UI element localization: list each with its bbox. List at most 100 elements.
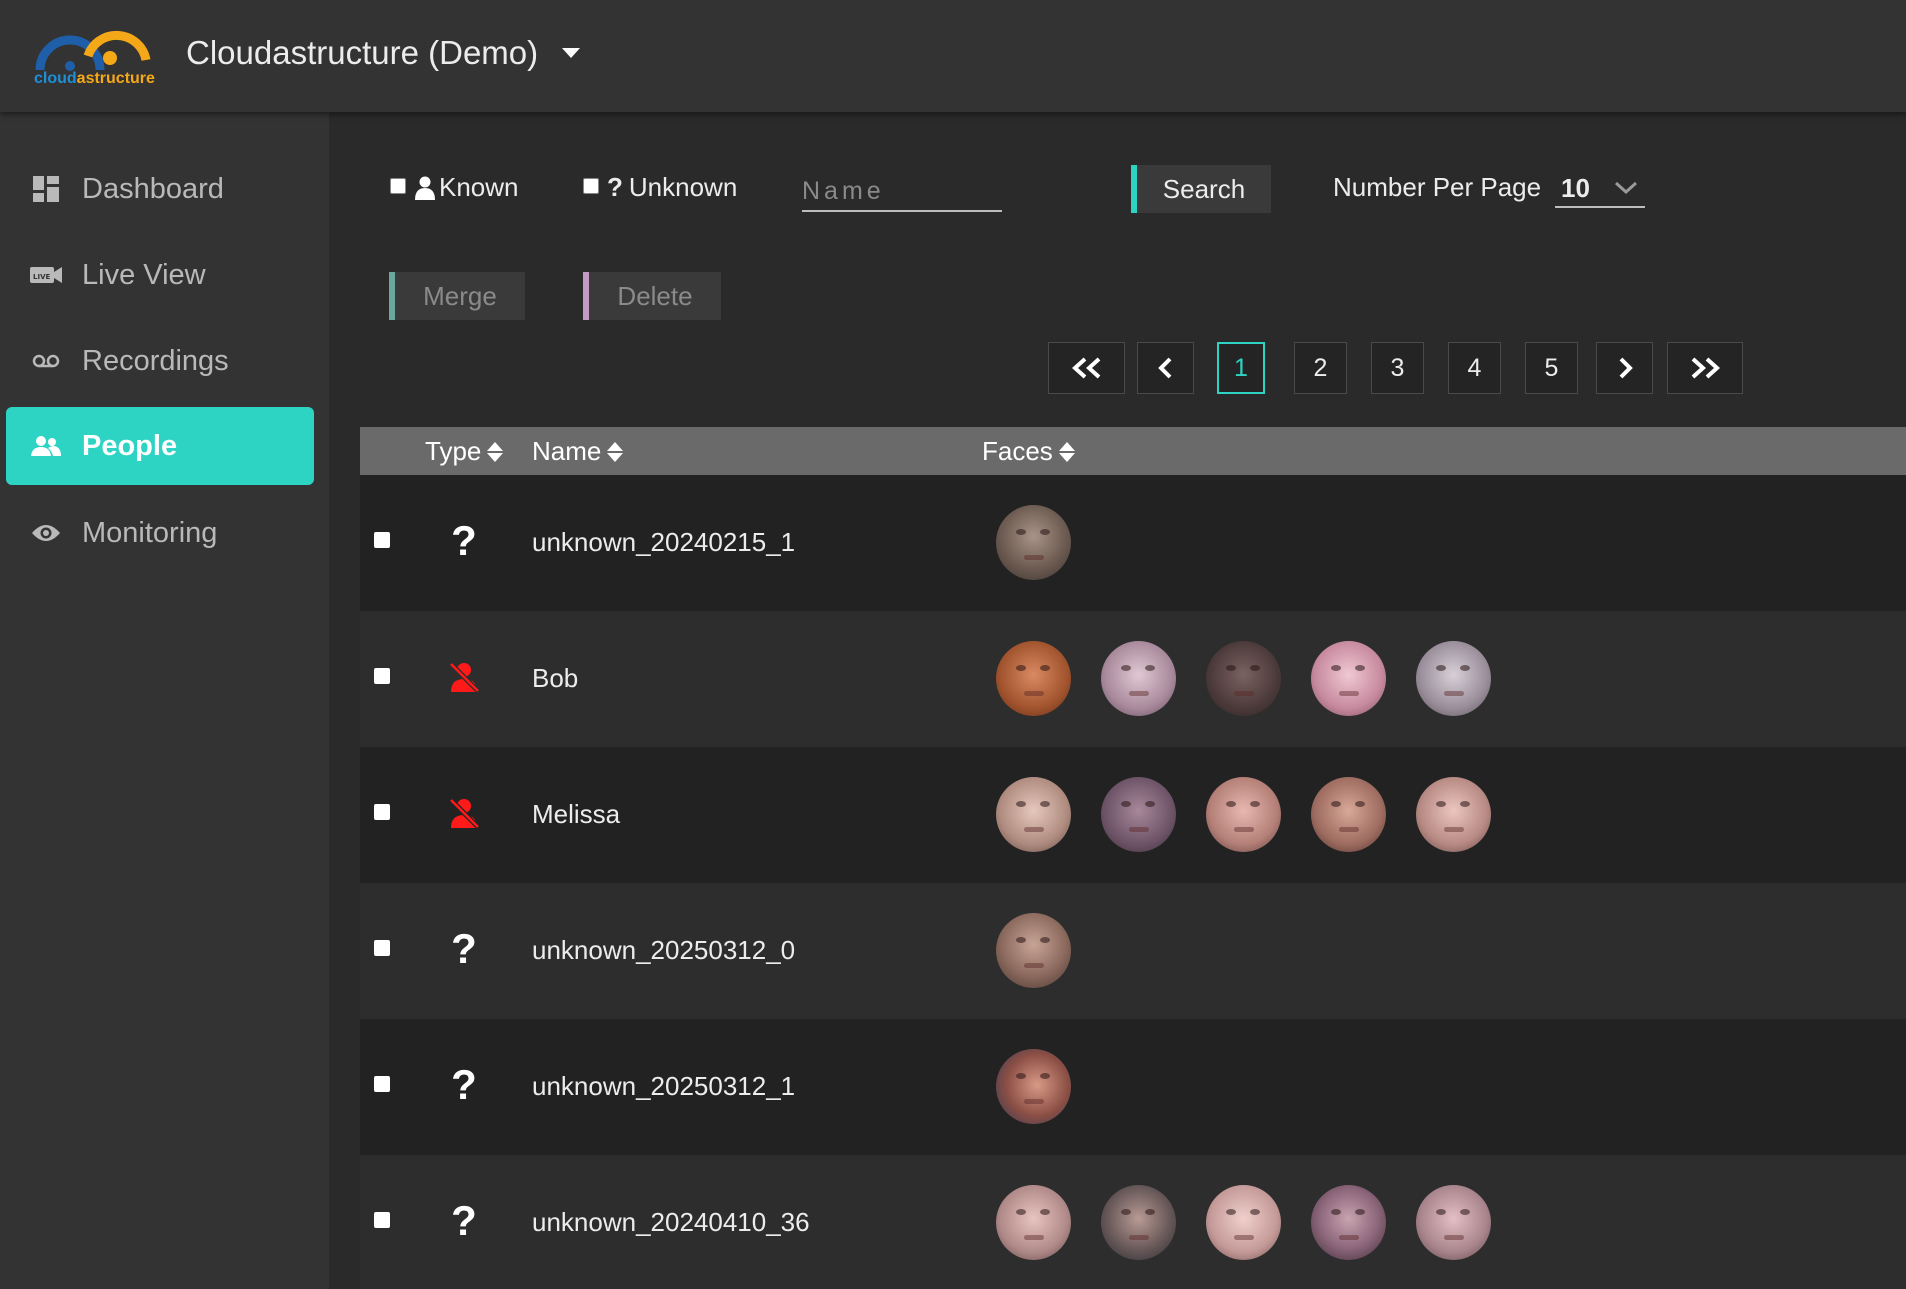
face-thumbnails xyxy=(996,777,1491,852)
table-row[interactable]: ? unknown_20250312_0 xyxy=(360,883,1906,1019)
logo-text: cloudastructure xyxy=(34,70,155,87)
unknown-type-icon: ? xyxy=(451,925,477,972)
unknown-type-icon: ? xyxy=(451,517,477,564)
next-page-button[interactable] xyxy=(1596,342,1653,394)
face-thumbnails xyxy=(996,913,1071,988)
person-name[interactable]: unknown_20250312_0 xyxy=(532,935,795,966)
known-filter-label[interactable]: Known xyxy=(415,172,519,203)
number-per-page-label: Number Per Page xyxy=(1333,172,1542,202)
unknown-type-icon: ? xyxy=(451,1197,477,1244)
face-thumbnail[interactable] xyxy=(1311,641,1386,716)
person-name[interactable]: unknown_20240410_36 xyxy=(532,1207,810,1238)
face-thumbnail[interactable] xyxy=(996,505,1071,580)
table-row[interactable]: ? unknown_20240410_36 xyxy=(360,1155,1906,1289)
sidebar-item-label: People xyxy=(82,429,178,462)
face-thumbnails xyxy=(996,1049,1071,1124)
person-name[interactable]: unknown_20240215_1 xyxy=(532,527,795,558)
face-thumbnail[interactable] xyxy=(996,913,1071,988)
sidebar: Dashboard LIVE Live View Recordings Peop… xyxy=(0,112,329,1289)
eye-icon xyxy=(28,515,64,551)
unknown-filter-label[interactable]: ? Unknown xyxy=(607,172,737,203)
face-thumbnail[interactable] xyxy=(996,1049,1071,1124)
sidebar-item-monitoring[interactable]: Monitoring xyxy=(6,494,314,572)
person-name[interactable]: unknown_20250312_1 xyxy=(532,1071,795,1102)
sidebar-item-label: Live View xyxy=(82,258,206,291)
unknown-type-icon: ? xyxy=(451,1061,477,1108)
face-thumbnail[interactable] xyxy=(1416,1185,1491,1260)
people-icon xyxy=(28,428,64,464)
page-5-button[interactable]: 5 xyxy=(1525,342,1578,394)
face-thumbnail[interactable] xyxy=(1416,641,1491,716)
face-thumbnail[interactable] xyxy=(996,1185,1071,1260)
table-row[interactable]: Bob xyxy=(360,611,1906,747)
double-chevron-left-icon xyxy=(1071,357,1100,379)
row-select-checkbox[interactable] xyxy=(374,668,390,684)
table-row[interactable]: Melissa xyxy=(360,747,1906,883)
sidebar-item-recordings[interactable]: Recordings xyxy=(6,322,314,400)
top-bar: cloudastructure Cloudastructure (Demo) xyxy=(0,0,1906,112)
sidebar-item-people[interactable]: People xyxy=(6,407,314,485)
face-thumbnail[interactable] xyxy=(1101,1185,1176,1260)
cloudastructure-logo[interactable]: cloudastructure xyxy=(34,20,164,92)
first-page-button[interactable] xyxy=(1048,342,1125,394)
face-thumbnail[interactable] xyxy=(1311,777,1386,852)
face-thumbnail[interactable] xyxy=(1101,641,1176,716)
people-main-panel: Known ? Unknown Search Number Per Page 1… xyxy=(329,112,1906,1289)
face-thumbnails xyxy=(996,641,1491,716)
table-row[interactable]: ? unknown_20240215_1 xyxy=(360,475,1906,611)
face-thumbnail[interactable] xyxy=(1206,777,1281,852)
type-column-header[interactable]: Type xyxy=(425,436,504,467)
face-thumbnail[interactable] xyxy=(1416,777,1491,852)
page-1-button[interactable]: 1 xyxy=(1217,342,1265,394)
merge-button[interactable]: Merge xyxy=(389,272,525,320)
name-column-header[interactable]: Name xyxy=(532,436,624,467)
organization-title[interactable]: Cloudastructure (Demo) xyxy=(186,34,538,72)
faces-column-header[interactable]: Faces xyxy=(982,436,1075,467)
known-filter-checkbox[interactable] xyxy=(390,178,406,194)
sort-icon xyxy=(487,441,504,462)
search-button[interactable]: Search xyxy=(1131,165,1271,213)
face-thumbnails xyxy=(996,1185,1491,1260)
name-search-input[interactable] xyxy=(802,172,1002,212)
known-person-icon xyxy=(444,791,484,835)
caret-down-icon[interactable] xyxy=(562,48,580,58)
chevron-down-icon xyxy=(1614,181,1638,195)
face-thumbnail[interactable] xyxy=(996,641,1071,716)
sidebar-item-dashboard[interactable]: Dashboard xyxy=(6,150,314,228)
face-thumbnail[interactable] xyxy=(1311,1185,1386,1260)
row-select-checkbox[interactable] xyxy=(374,532,390,548)
page-3-button[interactable]: 3 xyxy=(1371,342,1424,394)
previous-page-button[interactable] xyxy=(1137,342,1194,394)
person-name[interactable]: Melissa xyxy=(532,799,620,830)
face-thumbnail[interactable] xyxy=(1206,641,1281,716)
chevron-left-icon xyxy=(1157,357,1171,379)
row-select-checkbox[interactable] xyxy=(374,940,390,956)
sidebar-item-live-view[interactable]: LIVE Live View xyxy=(6,236,314,314)
voicemail-icon xyxy=(28,343,64,379)
sidebar-item-label: Monitoring xyxy=(82,516,218,549)
sidebar-item-label: Dashboard xyxy=(82,172,224,205)
dashboard-icon xyxy=(28,171,64,207)
unknown-filter-checkbox[interactable] xyxy=(583,178,599,194)
page-2-button[interactable]: 2 xyxy=(1294,342,1347,394)
number-per-page-select[interactable]: 10 xyxy=(1555,170,1645,208)
face-thumbnail[interactable] xyxy=(996,777,1071,852)
chevron-right-icon xyxy=(1619,357,1633,379)
people-table-header: Type Name Faces xyxy=(360,427,1906,475)
last-page-button[interactable] xyxy=(1667,342,1743,394)
face-thumbnail[interactable] xyxy=(1101,777,1176,852)
page-4-button[interactable]: 4 xyxy=(1448,342,1501,394)
live-camera-icon: LIVE xyxy=(28,257,64,293)
table-row[interactable]: ? unknown_20250312_1 xyxy=(360,1019,1906,1155)
face-thumbnail[interactable] xyxy=(1206,1185,1281,1260)
person-name[interactable]: Bob xyxy=(532,663,578,694)
row-select-checkbox[interactable] xyxy=(374,804,390,820)
svg-text:LIVE: LIVE xyxy=(33,273,50,281)
double-chevron-right-icon xyxy=(1691,357,1720,379)
row-select-checkbox[interactable] xyxy=(374,1212,390,1228)
sort-icon xyxy=(1058,441,1075,462)
row-select-checkbox[interactable] xyxy=(374,1076,390,1092)
logo-mark-icon xyxy=(35,30,151,71)
delete-button[interactable]: Delete xyxy=(583,272,721,320)
question-icon: ? xyxy=(607,172,623,202)
